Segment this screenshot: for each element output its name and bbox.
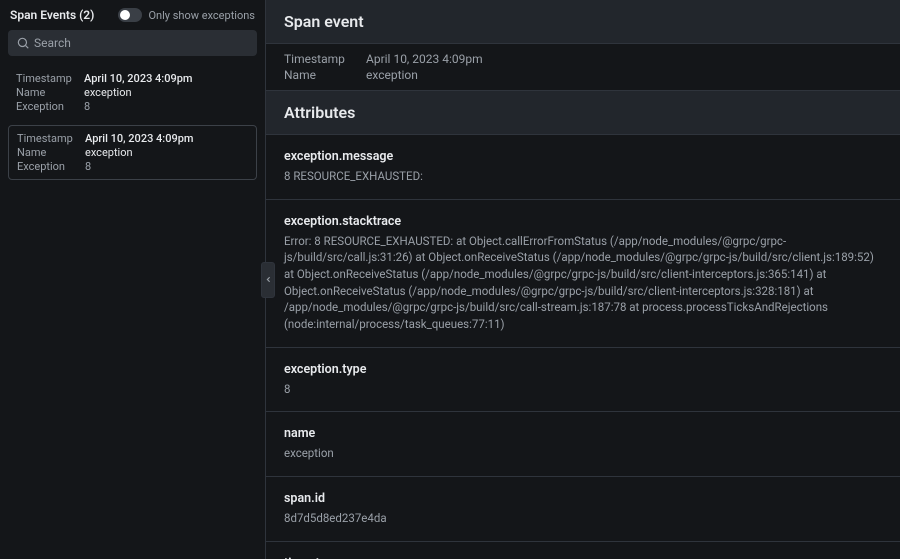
attribute-key: span.id: [284, 491, 882, 506]
attribute-value: 8 RESOURCE_EXHAUSTED:: [284, 168, 882, 185]
timestamp-label: Timestamp: [284, 52, 366, 66]
exceptions-only-toggle[interactable]: [118, 8, 142, 22]
name-value: exception: [366, 68, 882, 82]
attribute-key: name: [284, 426, 882, 441]
name-label: Name: [284, 68, 366, 82]
attribute-row: name exception: [266, 412, 900, 477]
sidebar-collapse-handle[interactable]: [261, 262, 275, 298]
timestamp-value: April 10, 2023 4:09pm: [366, 52, 882, 66]
search-icon: [16, 36, 30, 50]
attribute-value: exception: [284, 445, 882, 462]
attribute-row: exception.message 8 RESOURCE_EXHAUSTED:: [266, 135, 900, 200]
app-root: Span Events (2) Only show exceptions Tim…: [0, 0, 900, 559]
attributes-heading: Attributes: [266, 90, 900, 135]
span-event-meta: Timestamp April 10, 2023 4:09pm Name exc…: [266, 44, 900, 90]
span-event-item[interactable]: Timestamp April 10, 2023 4:09pm Name exc…: [8, 125, 257, 180]
attribute-row: exception.type 8: [266, 348, 900, 413]
timestamp-value: April 10, 2023 4:09pm: [85, 132, 248, 145]
timestamp-value: April 10, 2023 4:09pm: [84, 72, 249, 85]
timestamp-label: Timestamp: [17, 132, 79, 145]
attribute-value: 8: [284, 381, 882, 398]
sidebar-header: Span Events (2) Only show exceptions: [8, 8, 257, 22]
name-value: exception: [84, 86, 249, 99]
name-value: exception: [85, 146, 248, 159]
exceptions-only-label: Only show exceptions: [148, 9, 255, 22]
attribute-row: exception.stacktrace Error: 8 RESOURCE_E…: [266, 200, 900, 348]
exception-label: Exception: [17, 160, 79, 173]
attribute-row: span.id 8d7d5d8ed237e4da: [266, 477, 900, 542]
exception-value: 8: [85, 160, 248, 173]
exception-label: Exception: [16, 100, 78, 113]
name-label: Name: [17, 146, 79, 159]
search-field-wrap: [8, 30, 257, 56]
attribute-row: timestamp 1681168156728: [266, 542, 900, 559]
exceptions-only-control: Only show exceptions: [118, 8, 255, 22]
span-event-item[interactable]: Timestamp April 10, 2023 4:09pm Name exc…: [8, 66, 257, 119]
attribute-key: exception.message: [284, 149, 882, 164]
attribute-value: 8d7d5d8ed237e4da: [284, 510, 882, 527]
timestamp-label: Timestamp: [16, 72, 78, 85]
attribute-key: exception.stacktrace: [284, 214, 882, 229]
name-label: Name: [16, 86, 78, 99]
sidebar-title: Span Events (2): [10, 8, 94, 22]
attribute-value: Error: 8 RESOURCE_EXHAUSTED: at Object.c…: [284, 233, 882, 333]
span-event-heading: Span event: [266, 0, 900, 44]
sidebar: Span Events (2) Only show exceptions Tim…: [0, 0, 265, 559]
chevron-left-icon: [264, 275, 273, 284]
exception-value: 8: [84, 100, 249, 113]
search-input[interactable]: [8, 30, 257, 56]
detail-panel[interactable]: Span event Timestamp April 10, 2023 4:09…: [265, 0, 900, 559]
attribute-key: exception.type: [284, 362, 882, 377]
